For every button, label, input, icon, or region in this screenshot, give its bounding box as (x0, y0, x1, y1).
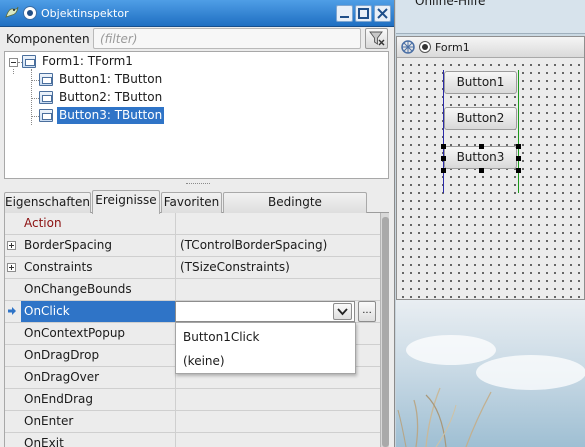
component-filter-input[interactable] (93, 28, 361, 49)
property-name: OnClick (21, 301, 176, 322)
property-name: Constraints (21, 257, 176, 278)
tree-connector (31, 80, 39, 81)
help-window[interactable]: Online-Hilfe (396, 0, 585, 34)
component-tree[interactable]: Form1: TForm1 Button1: TButton Button2: … (4, 51, 389, 179)
tree-item-label: Button1: TButton (59, 72, 163, 86)
alignment-guide (518, 70, 519, 193)
splitter-handle[interactable] (186, 183, 210, 186)
property-value (177, 389, 180, 410)
tab-bedingte-eigenschaften[interactable]: Bedingte Eigenschaften (223, 192, 367, 228)
property-name: OnExit (21, 433, 176, 447)
help-window-title: Online-Hilfe (415, 0, 486, 8)
event-ellipsis-button[interactable]: ... (358, 301, 376, 322)
close-icon (377, 8, 388, 19)
clear-filter-button[interactable] (365, 28, 388, 49)
chevron-down-icon (337, 308, 348, 316)
form-icon (22, 55, 36, 68)
property-value (177, 213, 180, 234)
tree-item-label: Button2: TButton (59, 90, 163, 104)
selection-handle[interactable] (516, 144, 521, 149)
close-button[interactable] (374, 5, 391, 22)
form-design-surface[interactable]: Button1 Button2 Button3 (397, 59, 584, 299)
designer-titlebar[interactable]: Form1 (397, 37, 584, 58)
object-inspector-window: Objektinspektor Komponenten Form1: TForm… (0, 0, 395, 447)
selection-handle[interactable] (479, 168, 484, 173)
filter-clear-icon (369, 31, 385, 46)
designer-title: Form1 (435, 41, 470, 54)
lazarus-app-icon (4, 5, 20, 21)
event-dropdown-list: Button1Click (keine) (175, 322, 356, 374)
button-component-icon (39, 91, 53, 104)
selection-handle[interactable] (516, 168, 521, 173)
property-name: OnDragOver (21, 367, 176, 388)
button-component-icon (39, 73, 53, 86)
button-component-icon (39, 109, 53, 122)
property-row-onenter[interactable]: OnEnter (5, 411, 380, 433)
selection-handle[interactable] (516, 156, 521, 161)
expand-plus-icon[interactable] (7, 241, 16, 250)
dropdown-option-button1click[interactable]: Button1Click (176, 326, 355, 348)
property-name: Action (21, 213, 176, 234)
tree-connector (31, 116, 39, 117)
maximize-button[interactable] (355, 5, 372, 22)
design-button-button3[interactable]: Button3 (444, 146, 517, 169)
selection-handle[interactable] (441, 168, 446, 173)
window-pin-icon[interactable] (419, 41, 431, 53)
form-designer-window: Form1 Button1 Button2 Button3 (396, 36, 585, 300)
property-name: OnDragDrop (21, 345, 176, 366)
property-row-onchangebounds[interactable]: OnChangeBounds (5, 279, 380, 301)
wallpaper-grass (397, 387, 492, 447)
tree-collapse-icon[interactable] (9, 58, 18, 67)
property-name: BorderSpacing (21, 235, 176, 256)
combobox-dropdown-button[interactable] (333, 303, 352, 320)
minimize-icon (340, 16, 349, 18)
property-value: (TControlBorderSpacing) (180, 238, 328, 252)
lazarus-app-icon (400, 39, 416, 58)
tree-item-label: Button3: TButton (57, 107, 165, 124)
onclick-event-combobox[interactable] (175, 301, 355, 322)
design-button-button1[interactable]: Button1 (444, 71, 517, 94)
tab-eigenschaften[interactable]: Eigenschaften (4, 192, 91, 213)
tree-connector (31, 98, 39, 99)
property-value (177, 279, 180, 300)
property-row-onexit[interactable]: OnExit (5, 433, 380, 447)
wallpaper-cloud (406, 335, 496, 365)
property-value: (TSizeConstraints) (180, 260, 290, 274)
property-row-constraints[interactable]: Constraints (TSizeConstraints) (5, 257, 380, 279)
property-row-borderspacing[interactable]: BorderSpacing (TControlBorderSpacing) (5, 235, 380, 257)
components-label: Komponenten (6, 32, 90, 46)
dropdown-option-none[interactable]: (keine) (176, 350, 355, 372)
tab-ereignisse[interactable]: Ereignisse (92, 190, 160, 214)
window-pin-icon[interactable] (23, 6, 37, 20)
maximize-icon (358, 8, 369, 19)
property-name: OnEndDrag (21, 389, 176, 410)
inspector-tabs: Eigenschaften Ereignisse Favoriten Bedin… (4, 190, 389, 228)
property-name: OnChangeBounds (21, 279, 176, 300)
property-value (177, 433, 180, 447)
property-row-onenddrag[interactable]: OnEndDrag (5, 389, 380, 411)
expand-plus-icon[interactable] (7, 263, 16, 272)
property-name: OnContextPopup (21, 323, 176, 344)
property-name: OnEnter (21, 411, 176, 432)
tree-connector (13, 69, 14, 74)
selection-handle[interactable] (441, 144, 446, 149)
grid-scrollbar-thumb[interactable] (382, 217, 389, 447)
inspector-title: Objektinspektor (41, 7, 129, 20)
minimize-button[interactable] (336, 5, 353, 22)
design-button-button2[interactable]: Button2 (444, 107, 517, 130)
property-row-action[interactable]: Action (5, 213, 380, 235)
inspector-titlebar[interactable]: Objektinspektor (0, 0, 394, 27)
selection-handle[interactable] (441, 156, 446, 161)
property-value (177, 411, 180, 432)
selection-handle[interactable] (479, 144, 484, 149)
tree-item-label: Form1: TForm1 (42, 54, 133, 68)
grid-scrollbar[interactable] (380, 213, 389, 447)
current-row-arrow-icon (8, 307, 16, 315)
tab-favoriten[interactable]: Favoriten (161, 192, 222, 213)
